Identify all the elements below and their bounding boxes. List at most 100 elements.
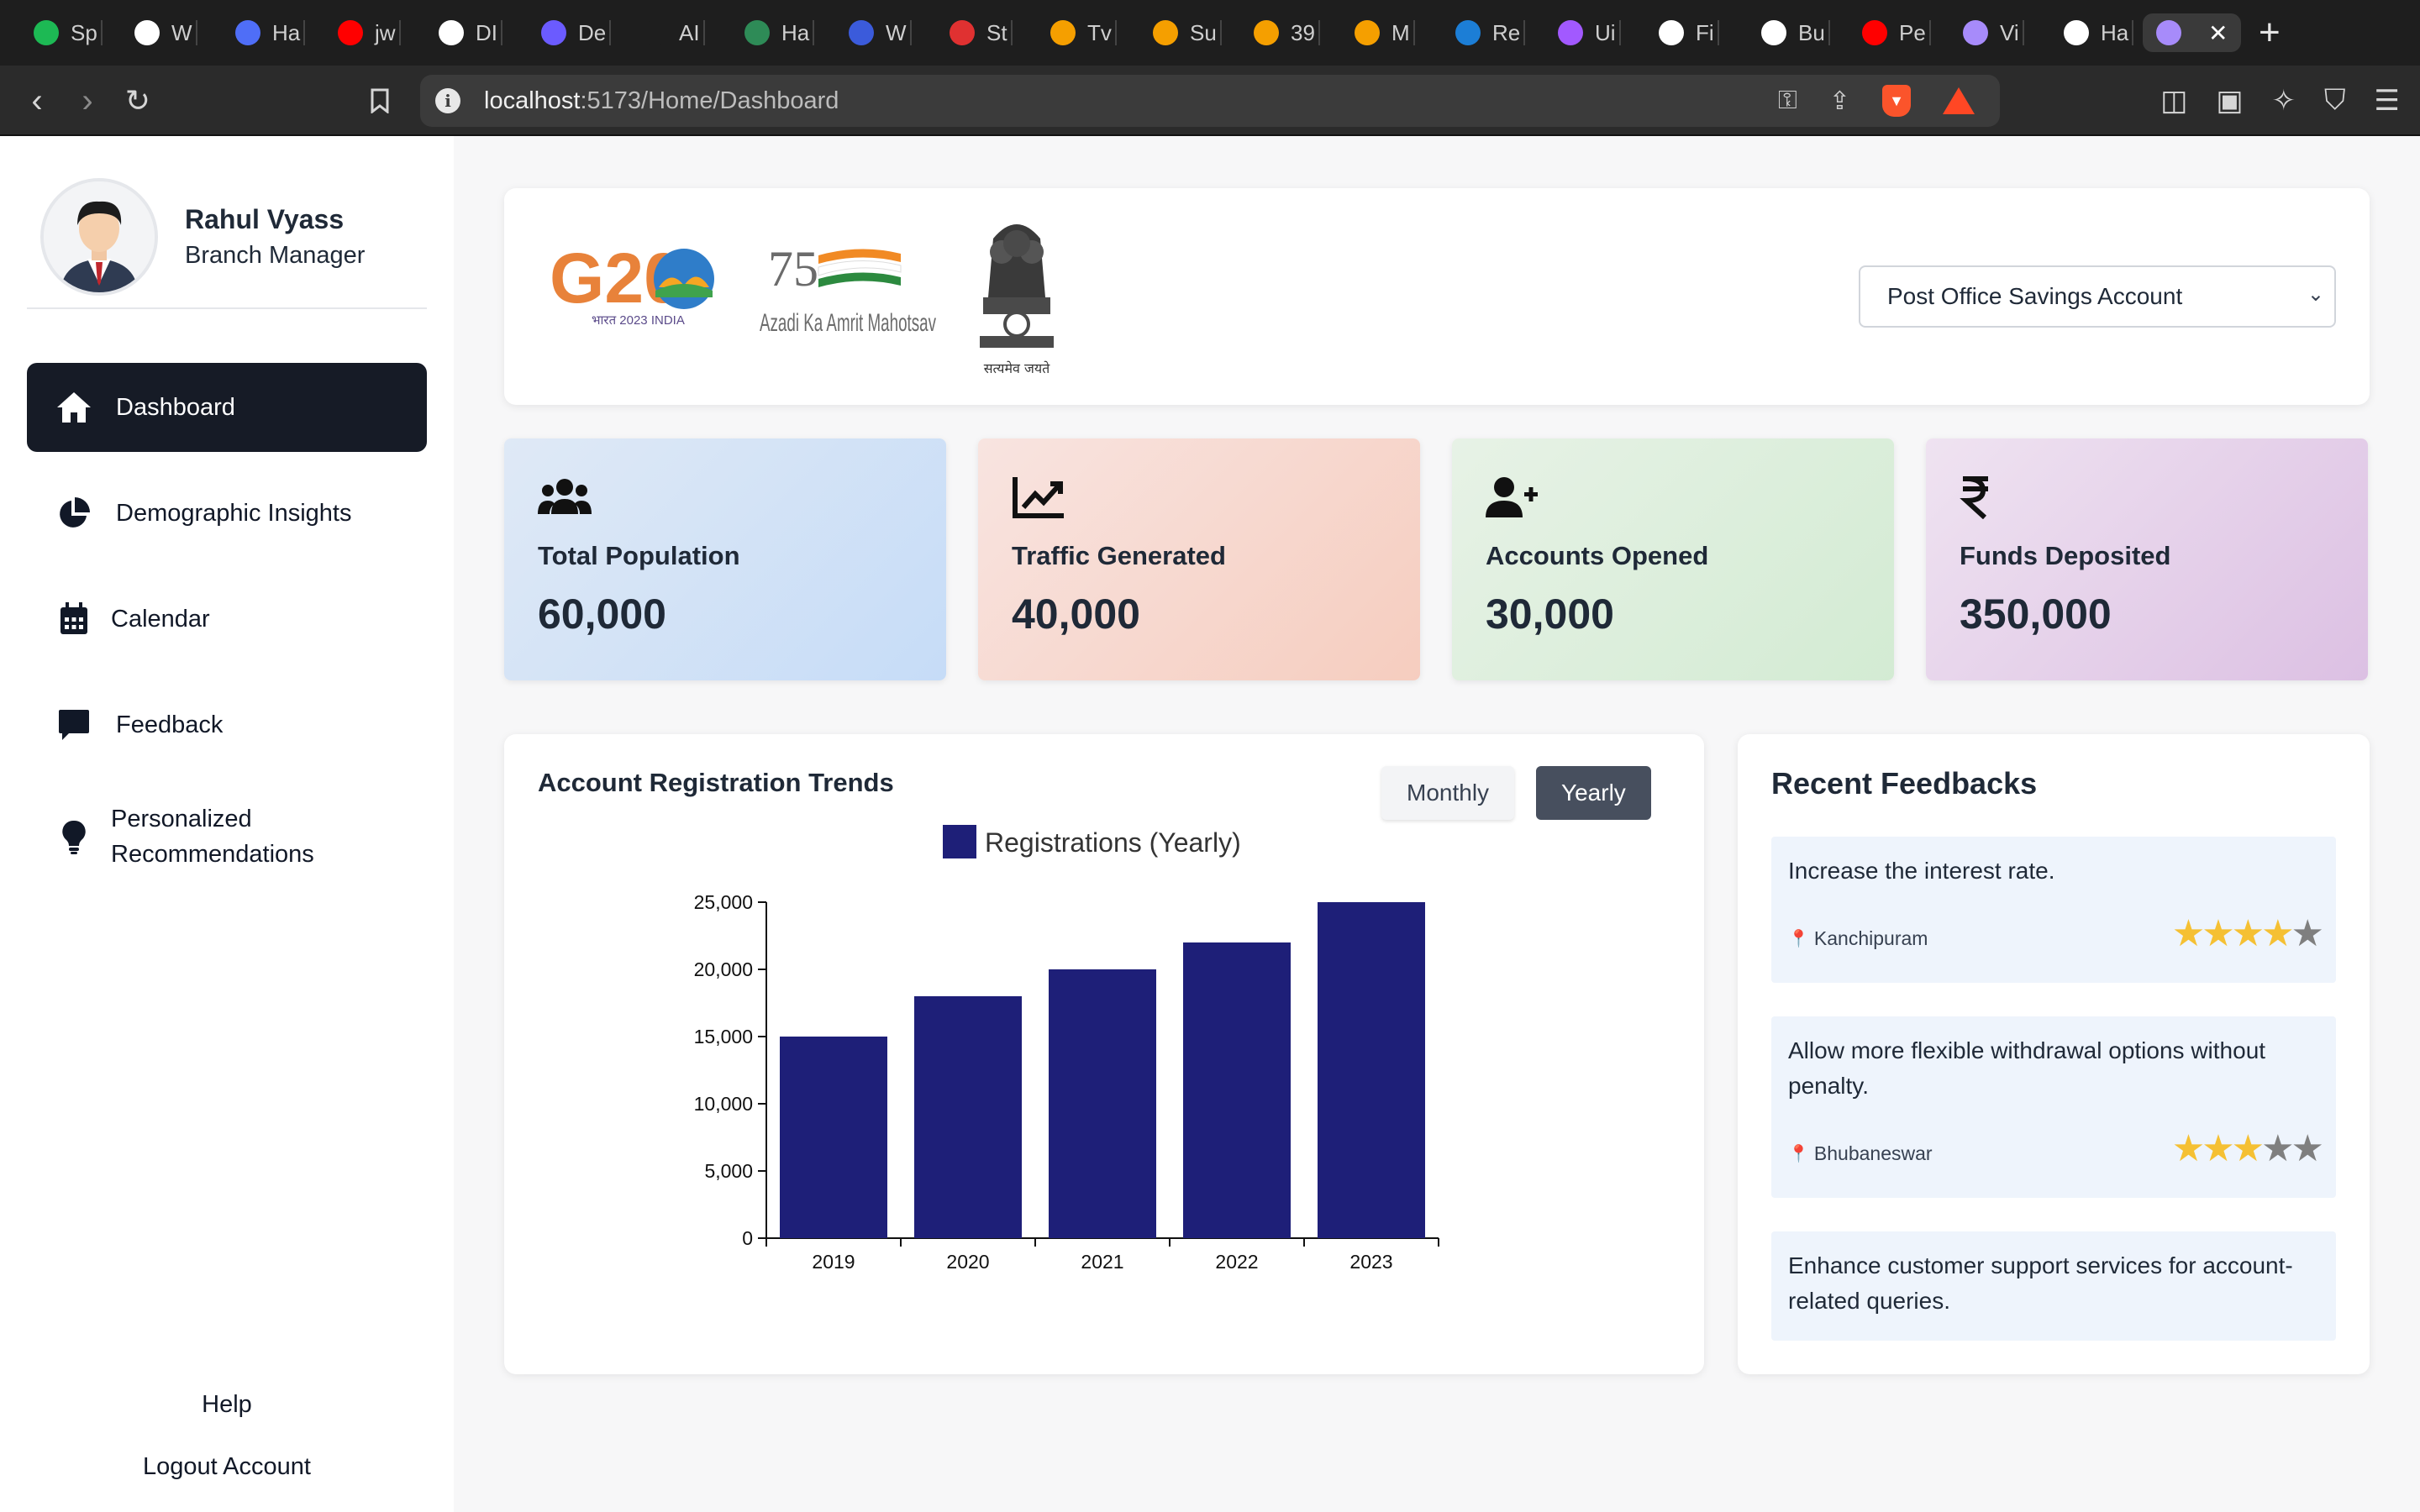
stat-card-accounts-opened: Accounts Opened 30,000 <box>1452 438 1894 680</box>
sidebar-item-demographic-insights[interactable]: Demographic Insights <box>27 469 427 558</box>
bar-2021 <box>1049 969 1156 1238</box>
back-icon[interactable]: ‹ <box>17 81 57 121</box>
menu-icon[interactable]: ☰ <box>2375 84 2400 118</box>
tab-title: Sp <box>71 19 97 45</box>
browser-tab[interactable]: Ha <box>736 13 815 52</box>
rupee-icon <box>1960 475 2013 522</box>
new-tab-button[interactable]: + <box>2259 12 2281 54</box>
account-type-select[interactable]: Post Office Savings Account ⌄ <box>1859 265 2336 328</box>
svg-text:भारत 2023 INDIA: भारत 2023 INDIA <box>592 313 685 328</box>
vpn-icon[interactable]: ⛉ <box>2324 84 2346 118</box>
browser-tab[interactable]: DI <box>430 13 502 52</box>
browser-tab[interactable]: jw <box>329 13 401 52</box>
wallet-icon[interactable]: ▣ <box>2216 84 2243 118</box>
browser-tab[interactable]: Vi <box>1954 13 2024 52</box>
stat-value: 60,000 <box>538 591 666 638</box>
registration-trends-card: Account Registration Trends Monthly Year… <box>504 734 1704 1374</box>
legend-swatch <box>943 825 976 858</box>
browser-tab[interactable]: De <box>533 13 612 52</box>
sidebar-item-dashboard[interactable]: Dashboard <box>27 363 427 452</box>
feedback-item[interactable]: Enhance customer support services for ac… <box>1771 1231 2336 1341</box>
feedback-location: 📍 Bhubaneswar <box>1788 1142 1933 1164</box>
account-type-value: Post Office Savings Account <box>1887 283 2183 309</box>
browser-tab[interactable]: W <box>126 13 197 52</box>
browser-tab[interactable]: St <box>941 13 1013 52</box>
url-text[interactable]: localhost:5173/Home/Dashboard <box>484 87 839 115</box>
star-empty-icon: ★ <box>2291 913 2325 954</box>
feedback-item[interactable]: Allow more flexible withdrawal options w… <box>1771 1016 2336 1198</box>
y-tick-label: 0 <box>742 1227 753 1249</box>
tab-title: M <box>1392 19 1410 45</box>
sidebar-item-calendar[interactable]: Calendar <box>27 575 427 664</box>
sidebar-item-label: Demographic Insights <box>116 499 352 527</box>
y-tick-label: 10,000 <box>694 1093 753 1115</box>
browser-tab[interactable]: Ui <box>1549 13 1621 52</box>
browser-tab[interactable]: 39 <box>1245 13 1320 52</box>
browser-tab[interactable]: Fi <box>1650 13 1719 52</box>
share-icon[interactable]: ⇪ <box>1829 87 1850 116</box>
leo-ai-icon[interactable]: ✧ <box>2272 84 2296 118</box>
tab-title: AI <box>679 19 700 45</box>
rating-stars: ★★★★★ <box>2171 1127 2325 1170</box>
browser-tab[interactable]: Su <box>1144 13 1222 52</box>
site-info-icon[interactable]: i <box>435 88 460 113</box>
comment-icon <box>54 705 94 745</box>
sidebar-item-personalized-recommendations[interactable]: Personalized Recommendations <box>27 786 427 887</box>
tab-title: De <box>578 19 607 45</box>
y-tick-label: 25,000 <box>694 891 753 913</box>
close-tab-icon[interactable]: ✕ <box>2208 19 2228 47</box>
tab-favicon-icon <box>1963 20 1988 45</box>
browser-tab[interactable]: Ha <box>2055 13 2134 52</box>
tab-favicon-icon <box>338 20 363 45</box>
tab-favicon-icon <box>1455 20 1481 45</box>
svg-text:Azadi Ka Amrit Mahotsav: Azadi Ka Amrit Mahotsav <box>760 309 936 337</box>
address-bar[interactable]: i localhost:5173/Home/Dashboard ⚿ ⇪ ▼ <box>420 75 2000 127</box>
browser-tab-active[interactable]: ✕ <box>2143 13 2242 52</box>
feedback-item[interactable]: Increase the interest rate. 📍 Kanchipura… <box>1771 837 2336 983</box>
brave-shield-icon[interactable]: ▼ <box>1882 85 1911 117</box>
tab-favicon-icon <box>1153 20 1178 45</box>
browser-tab[interactable]: Sp <box>25 13 103 52</box>
reload-icon[interactable]: ↻ <box>118 81 158 121</box>
star-filled-icon: ★ <box>2171 1128 2206 1169</box>
browser-tab[interactable]: AI <box>634 13 705 52</box>
star-empty-icon: ★ <box>2291 1128 2325 1169</box>
tab-favicon-icon <box>439 20 464 45</box>
avatar <box>40 178 158 296</box>
svg-text:75: 75 <box>768 241 818 297</box>
bar-2020 <box>914 996 1022 1238</box>
x-tick-label: 2019 <box>812 1251 855 1273</box>
tab-title: jw <box>375 19 396 45</box>
sidebar-toggle-icon[interactable]: ◫ <box>2160 84 2187 118</box>
tab-favicon-icon <box>541 20 566 45</box>
bookmark-icon[interactable] <box>360 81 400 121</box>
key-icon[interactable]: ⚿ <box>1778 87 1797 115</box>
brave-rewards-icon[interactable] <box>1943 87 1975 114</box>
browser-tab[interactable]: Pe <box>1854 13 1931 52</box>
logout-link[interactable]: Logout Account <box>0 1453 454 1481</box>
bar-2019 <box>780 1037 887 1238</box>
help-link[interactable]: Help <box>0 1391 454 1419</box>
feedback-location: 📍 Kanchipuram <box>1788 927 1928 949</box>
sidebar-item-label: Calendar <box>111 605 210 633</box>
registrations-bar-chart: Registrations (Yearly) 0 5,000 10,000 15,000… <box>694 825 1439 1273</box>
stat-card-traffic-generated: Traffic Generated 40,000 <box>978 438 1420 680</box>
sidebar-item-feedback[interactable]: Feedback <box>27 680 427 769</box>
browser-tab[interactable]: Re <box>1447 13 1526 52</box>
browser-tab[interactable]: W <box>840 13 912 52</box>
star-filled-icon: ★ <box>2171 913 2206 954</box>
browser-tab[interactable]: Ha <box>227 13 306 52</box>
tab-title: W <box>886 19 907 45</box>
user-plus-icon <box>1486 475 1539 522</box>
recent-feedbacks-card: Recent Feedbacks Increase the interest r… <box>1738 734 2370 1374</box>
star-filled-icon: ★ <box>2202 1128 2235 1169</box>
browser-tab[interactable]: Tv <box>1042 13 1117 52</box>
sidebar: Rahul Vyass Branch Manager Dashboard Dem… <box>0 136 454 1512</box>
sidebar-item-label: Dashboard <box>116 393 235 421</box>
browser-tab[interactable]: Bu <box>1753 13 1830 52</box>
stat-label: Traffic Generated <box>1012 541 1226 570</box>
forward-icon[interactable]: › <box>67 81 108 121</box>
browser-tab[interactable]: M <box>1346 13 1415 52</box>
tab-favicon-icon <box>744 20 770 45</box>
profile-divider <box>27 307 427 309</box>
